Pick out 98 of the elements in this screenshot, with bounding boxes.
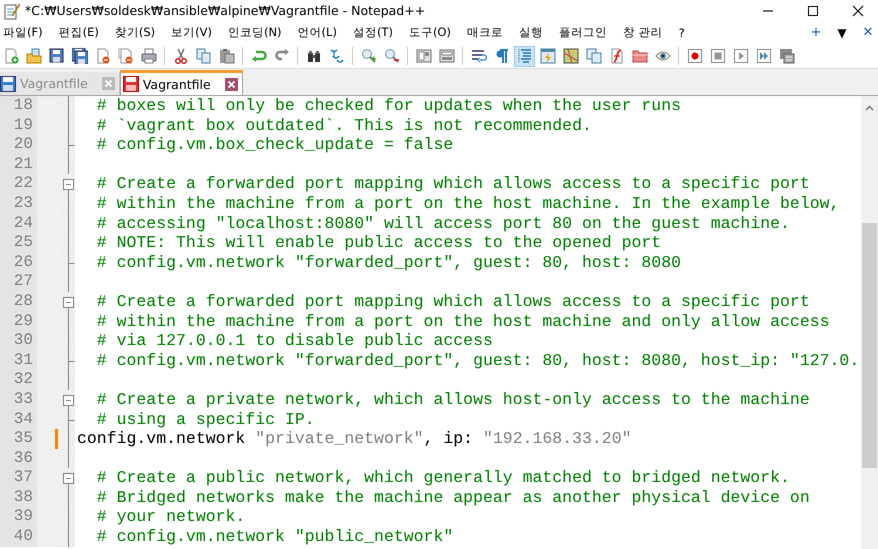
code-line: # your network. bbox=[96, 507, 246, 526]
menu-item[interactable]: 찾기(S) bbox=[114, 25, 162, 40]
file-tab[interactable]: Vagrantfile bbox=[120, 70, 243, 95]
close-icon[interactable] bbox=[852, 4, 864, 16]
close-tab-button[interactable]: ✕ bbox=[862, 25, 874, 40]
code-line: # within the machine from a port on the host machine and only allow access bbox=[96, 312, 830, 331]
menu-item[interactable]: 매크로 bbox=[466, 25, 510, 40]
scrollbar-thumb[interactable] bbox=[862, 223, 877, 468]
line-number: 20 bbox=[0, 135, 37, 155]
pages-minus-icon bbox=[118, 48, 134, 64]
split-window-icon bbox=[416, 48, 432, 64]
pilcrow-icon bbox=[494, 48, 510, 64]
line-number: 25 bbox=[0, 233, 37, 253]
line-number: 23 bbox=[0, 194, 37, 214]
line-number: 19 bbox=[0, 116, 37, 136]
indent-lines-icon bbox=[516, 48, 532, 64]
line-number: 35 bbox=[0, 429, 37, 449]
window-title: *C:₩Users₩soldesk₩ansible₩alpine₩Vagrantfile - Notepad++ bbox=[25, 3, 426, 18]
save-all-button[interactable] bbox=[69, 46, 90, 66]
floppy-disks-icon bbox=[72, 48, 88, 64]
code-line: # Create a public network, which generally matched to bridged network. bbox=[96, 468, 790, 488]
line-number: 33 bbox=[0, 390, 37, 410]
code-line: # Create a forwarded port mapping which allows access to a specific port bbox=[96, 292, 810, 311]
menu-item[interactable]: 보기(V) bbox=[170, 25, 219, 40]
code-line: # boxes will only be checked for updates when the user runs bbox=[96, 96, 681, 115]
line-number: 28 bbox=[0, 292, 37, 312]
line-number: 31 bbox=[0, 350, 37, 370]
menu-item[interactable]: ? bbox=[678, 26, 692, 40]
code-line: # via 127.0.0.1 to disable public access bbox=[96, 331, 493, 350]
code-line: # Bridged networks make the machine appear as another physical device on bbox=[96, 488, 810, 507]
macro-window-icon bbox=[778, 48, 794, 64]
line-number: 21 bbox=[0, 154, 37, 174]
menu-item[interactable]: 인코딩(N) bbox=[226, 25, 289, 40]
function-page-icon bbox=[608, 48, 624, 64]
printer-icon bbox=[140, 48, 156, 64]
menu-item[interactable]: 창 관리 bbox=[622, 25, 670, 40]
clipboard-icon bbox=[218, 48, 234, 64]
scrollbar[interactable] bbox=[861, 96, 878, 549]
split-window-icon bbox=[438, 48, 454, 64]
line-number: 22 bbox=[0, 174, 37, 194]
folder-icon bbox=[26, 48, 42, 64]
change-margin bbox=[37, 527, 62, 547]
line-number: 34 bbox=[0, 410, 37, 430]
record-icon bbox=[686, 48, 702, 64]
notepad-icon bbox=[3, 2, 21, 20]
replace-icon bbox=[328, 48, 344, 64]
copy-icon bbox=[196, 48, 212, 64]
map-icon bbox=[562, 48, 578, 64]
menu-item[interactable]: 플러그인 bbox=[558, 25, 614, 40]
code-line: # `vagrant box outdated`. This is not recommended. bbox=[96, 116, 592, 135]
line-number: 40 bbox=[0, 527, 37, 547]
menu-item[interactable]: 파일(F) bbox=[2, 25, 50, 40]
tab-list-button[interactable]: ▼ bbox=[836, 26, 848, 40]
maximize-icon[interactable] bbox=[807, 4, 819, 16]
menu-item[interactable]: 도구(O) bbox=[408, 25, 458, 40]
line-number: 24 bbox=[0, 214, 37, 234]
menu-item[interactable]: 설정(T) bbox=[352, 25, 400, 40]
folder-icon bbox=[632, 48, 648, 64]
documents-icon bbox=[586, 48, 602, 64]
line-number: 38 bbox=[0, 488, 37, 508]
play-icon bbox=[732, 48, 748, 64]
code-line: # using a specific IP. bbox=[96, 410, 315, 428]
page-minus-icon bbox=[94, 48, 110, 64]
code-line: # Create a private network, which allows host-only access to the machine bbox=[96, 390, 810, 409]
line-number: 30 bbox=[0, 331, 37, 351]
line-number: 29 bbox=[0, 312, 37, 332]
code-line: # NOTE: This will enable public access to the opened port bbox=[96, 233, 662, 252]
scissors-icon bbox=[172, 48, 188, 64]
line-number: 37 bbox=[0, 468, 37, 488]
code-line: config.vm.network "private_network", ip: "192.168.33.20" bbox=[77, 429, 632, 448]
magnifier-plus-icon bbox=[360, 48, 376, 64]
word-wrap-icon bbox=[470, 48, 486, 64]
menu-item[interactable]: 언어(L) bbox=[296, 25, 344, 40]
new-page-icon bbox=[2, 48, 18, 64]
code-line: # accessing "localhost:8080" will access port 80 on the guest machine. bbox=[96, 214, 790, 233]
undo-arrow-icon bbox=[250, 48, 266, 64]
line-number: 26 bbox=[0, 252, 37, 272]
line-number: 18 bbox=[0, 96, 37, 116]
code-line: # within the machine from a port on the host machine. In the example below, bbox=[96, 194, 840, 213]
line-number: 27 bbox=[0, 272, 37, 292]
line-number: 36 bbox=[0, 448, 37, 468]
menu-item[interactable]: 실행 bbox=[518, 25, 550, 40]
magnifier-minus-icon bbox=[384, 48, 400, 64]
line-number: 32 bbox=[0, 370, 37, 390]
indent-guide-button[interactable] bbox=[514, 46, 535, 66]
new-tab-button[interactable]: + bbox=[810, 25, 822, 40]
code-line: # Create a forwarded port mapping which allows access to a specific port bbox=[96, 174, 810, 194]
code-line: # config.vm.box_check_update = false bbox=[96, 135, 454, 154]
code-line: # config.vm.network "forwarded_port", guest: 80, host: 8080, host_ip: "127.0. bbox=[96, 350, 860, 370]
menu-item[interactable]: 편집(E) bbox=[58, 25, 106, 40]
line-number: 39 bbox=[0, 507, 37, 528]
stop-icon bbox=[710, 48, 726, 64]
lightning-window-icon bbox=[540, 48, 556, 64]
code-line: # config.vm.network "public_network" bbox=[96, 527, 454, 546]
fast-forward-icon bbox=[756, 48, 772, 64]
code-line: # config.vm.network "forwarded_port", guest: 80, host: 8080 bbox=[96, 252, 681, 272]
scroll-up-icon[interactable] bbox=[865, 105, 874, 111]
binoculars-icon bbox=[306, 48, 322, 64]
